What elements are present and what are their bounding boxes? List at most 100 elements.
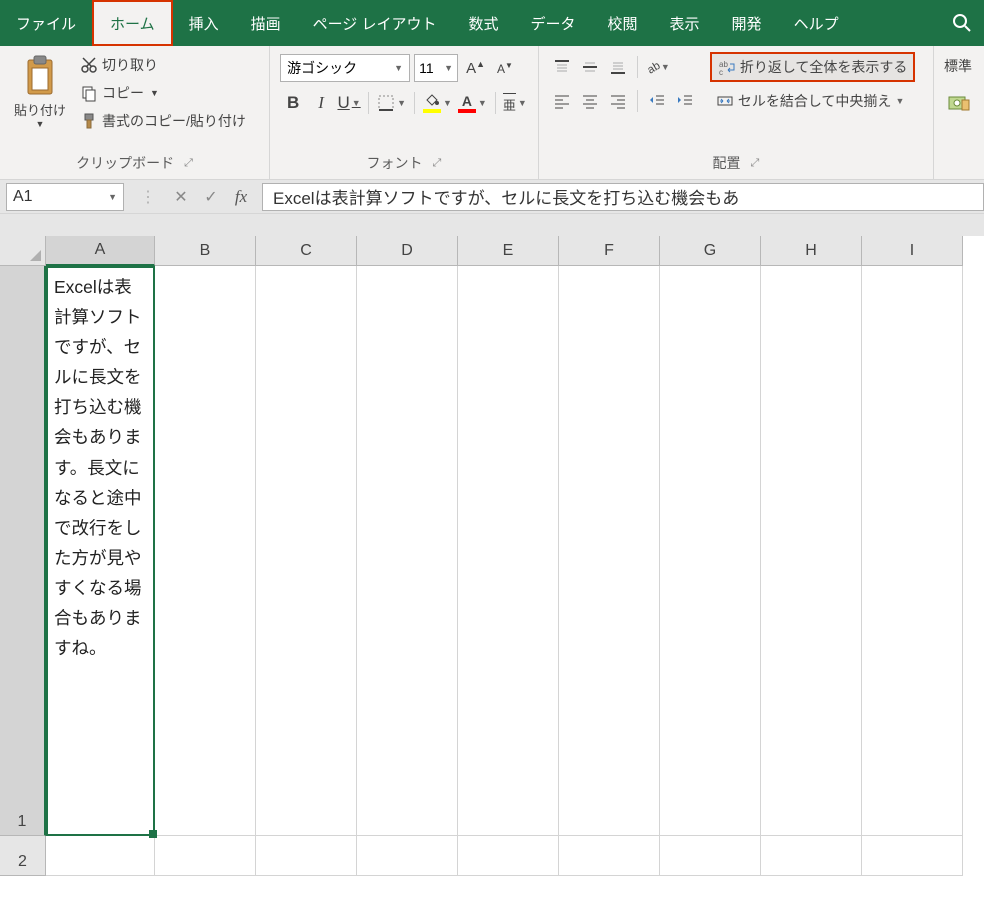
merge-icon: [716, 92, 734, 110]
name-box[interactable]: A1 ▼: [6, 183, 124, 211]
format-painter-button[interactable]: 書式のコピー/貼り付け: [78, 110, 248, 132]
wrap-text-label: 折り返して全体を表示する: [740, 57, 908, 77]
cell-F2[interactable]: [559, 836, 660, 876]
accounting-format-button[interactable]: [944, 90, 974, 116]
ribbon-group-number: 標準: [934, 46, 984, 179]
cell-E1[interactable]: [458, 266, 559, 836]
ribbon-group-clipboard: 貼り付け ▼ 切り取り コピー ▼ 書式のコピー/貼り付け: [0, 46, 270, 179]
decrease-indent-button[interactable]: [644, 88, 670, 114]
increase-indent-button[interactable]: [672, 88, 698, 114]
row-header-2[interactable]: 2: [0, 836, 46, 876]
menu-file[interactable]: ファイル: [0, 0, 92, 46]
cell-D1[interactable]: [357, 266, 458, 836]
clipboard-launcher-icon[interactable]: ⤢: [184, 157, 193, 170]
italic-button[interactable]: I: [308, 90, 334, 116]
wrap-text-button[interactable]: abc 折り返して全体を表示する: [710, 52, 916, 82]
cell-I2[interactable]: [862, 836, 963, 876]
row-header-1[interactable]: 1: [0, 266, 46, 836]
menu-data[interactable]: データ: [515, 0, 592, 46]
copy-button[interactable]: コピー ▼: [78, 82, 248, 104]
chevron-down-icon: ▼: [394, 63, 403, 73]
border-button[interactable]: ▼: [375, 92, 408, 114]
align-right-button[interactable]: [605, 88, 631, 114]
menu-formulas[interactable]: 数式: [452, 0, 514, 46]
grid-body: 12 Excelは表計算ソフトですが、セルに長文を打ち込む機会もあります。長文に…: [0, 266, 984, 876]
separator: [637, 90, 638, 112]
align-center-button[interactable]: [577, 88, 603, 114]
font-launcher-icon[interactable]: ⤢: [433, 157, 442, 170]
align-top-button[interactable]: [549, 54, 575, 80]
decrease-font-size-button[interactable]: A▼: [493, 59, 517, 78]
formula-input[interactable]: Excelは表計算ソフトですが、セルに長文を打ち込む機会もあ: [262, 183, 984, 211]
paste-dropdown-icon[interactable]: ▼: [36, 119, 45, 129]
formula-input-value: Excelは表計算ソフトですが、セルに長文を打ち込む機会もあ: [273, 184, 739, 209]
cell-G2[interactable]: [660, 836, 761, 876]
cell-H1[interactable]: [761, 266, 862, 836]
menu-insert[interactable]: 挿入: [173, 0, 235, 46]
menu-draw[interactable]: 描画: [235, 0, 297, 46]
align-left-button[interactable]: [549, 88, 575, 114]
cell-F1[interactable]: [559, 266, 660, 836]
col-header-G[interactable]: G: [660, 236, 761, 266]
phonetic-button[interactable]: 亜▼: [502, 90, 528, 116]
col-header-B[interactable]: B: [155, 236, 256, 266]
menu-view[interactable]: 表示: [654, 0, 716, 46]
menu-page-layout[interactable]: ページ レイアウト: [297, 0, 453, 46]
copy-icon: [80, 84, 98, 102]
cell-C1[interactable]: [256, 266, 357, 836]
underline-button[interactable]: U▼: [336, 90, 362, 116]
font-name-select[interactable]: 游ゴシック ▼: [280, 54, 410, 82]
cell-E2[interactable]: [458, 836, 559, 876]
confirm-formula-button[interactable]: ✓: [196, 187, 226, 207]
copy-dropdown-icon[interactable]: ▼: [150, 88, 159, 98]
cell-A2[interactable]: [46, 836, 155, 876]
col-header-C[interactable]: C: [256, 236, 357, 266]
cut-button[interactable]: 切り取り: [78, 54, 248, 76]
col-header-A[interactable]: A: [46, 236, 155, 266]
increase-font-size-button[interactable]: A▲: [462, 57, 489, 79]
cancel-formula-button[interactable]: ✕: [166, 187, 196, 207]
font-size-select[interactable]: 11 ▼: [414, 54, 458, 82]
alignment-launcher-icon[interactable]: ⤢: [751, 157, 760, 170]
search-icon[interactable]: [940, 0, 984, 46]
cell-B1[interactable]: [155, 266, 256, 836]
col-header-D[interactable]: D: [357, 236, 458, 266]
paste-label: 貼り付け: [14, 100, 66, 119]
menu-home[interactable]: ホーム: [92, 0, 173, 46]
merge-center-button[interactable]: セルを結合して中央揃え ▼: [710, 88, 916, 114]
bucket-icon: [424, 94, 440, 108]
cell-A1[interactable]: Excelは表計算ソフトですが、セルに長文を打ち込む機会もあります。長文になると…: [46, 266, 155, 836]
cell-D2[interactable]: [357, 836, 458, 876]
col-header-H[interactable]: H: [761, 236, 862, 266]
cell-C2[interactable]: [256, 836, 357, 876]
cell-I1[interactable]: [862, 266, 963, 836]
col-header-F[interactable]: F: [559, 236, 660, 266]
col-header-I[interactable]: I: [862, 236, 963, 266]
fill-color-button[interactable]: ▼: [421, 92, 454, 115]
menu-developer[interactable]: 開発: [716, 0, 778, 46]
col-header-E[interactable]: E: [458, 236, 559, 266]
align-bottom-button[interactable]: [605, 54, 631, 80]
clipboard-group-label: クリップボード: [76, 153, 174, 173]
cell-B2[interactable]: [155, 836, 256, 876]
align-middle-button[interactable]: [577, 54, 603, 80]
orientation-button[interactable]: ab▼: [644, 54, 670, 80]
svg-text:c: c: [719, 68, 723, 76]
menu-review[interactable]: 校閲: [592, 0, 654, 46]
separator: [368, 92, 369, 114]
grid-header-row: ABCDEFGHI: [0, 236, 984, 266]
ribbon-group-alignment: ab▼ abc 折り返して全体を表示する セルを結: [539, 46, 934, 179]
font-color-button[interactable]: A ▼: [456, 92, 489, 115]
font-group-label: フォント: [367, 153, 423, 173]
bold-button[interactable]: B: [280, 90, 306, 116]
menu-help[interactable]: ヘルプ: [778, 0, 855, 46]
formula-bar-row: A1 ▼ ⋮ ✕ ✓ fx Excelは表計算ソフトですが、セルに長文を打ち込む…: [0, 180, 984, 214]
paste-button[interactable]: 貼り付け ▼: [6, 50, 74, 133]
chevron-down-icon[interactable]: ▼: [895, 96, 904, 106]
insert-function-button[interactable]: fx: [226, 187, 256, 207]
cell-G1[interactable]: [660, 266, 761, 836]
fill-handle[interactable]: [149, 830, 157, 838]
font-size-value: 11: [419, 60, 434, 76]
select-all-corner[interactable]: [0, 236, 46, 266]
cell-H2[interactable]: [761, 836, 862, 876]
